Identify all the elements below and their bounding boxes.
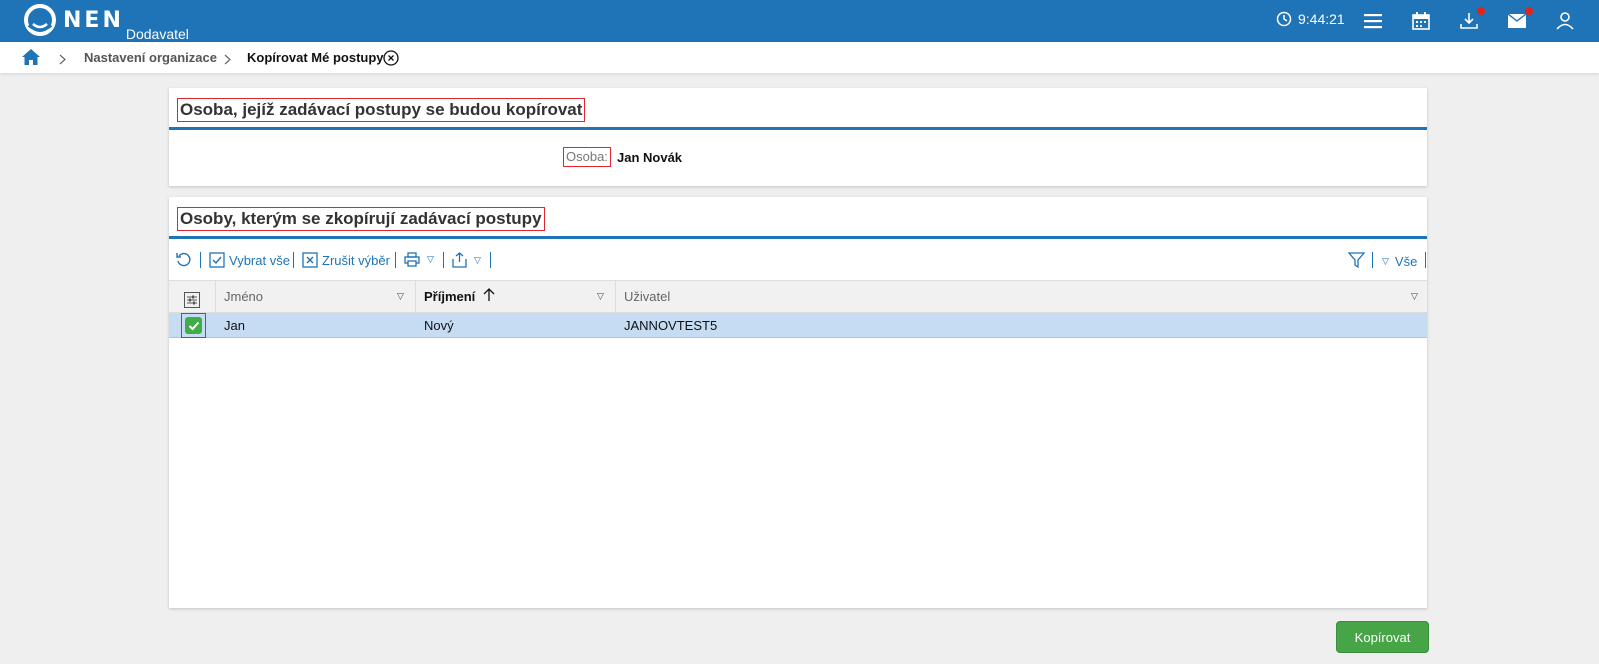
filter-preset-label: Vše [1394,254,1418,269]
column-chooser-cell [169,281,216,312]
clock-icon [1276,11,1292,27]
clock-time: 9:44:21 [1298,11,1345,27]
filter-preset-select[interactable]: ▽ Vše [1382,254,1417,269]
source-person-panel: Osoba, jejíž zadávací postupy se budou k… [169,88,1427,186]
clear-selection-label: Zrušit výběr [322,252,390,268]
sort-ascending-icon [483,282,495,313]
close-circle-icon[interactable] [383,50,399,71]
target-panel-title: Osoby, kterým se zkopírují zadávací post… [177,207,545,231]
calendar-icon[interactable] [1410,10,1432,32]
column-jmeno-label: Jméno [224,289,264,304]
osoba-label: Osoba: [563,147,611,167]
breadcrumb-item-current: Kopírovat Mé postupy [247,50,384,65]
column-filter-icon[interactable]: ▽ [597,281,604,312]
user-icon[interactable] [1554,10,1576,32]
table-row[interactable]: Jan Nový JANNOVTEST5 [169,313,1427,338]
print-icon [404,252,420,267]
breadcrumb-item-nastaveni[interactable]: Nastavení organizace [84,50,217,65]
checkbox-checked-icon [209,252,225,268]
clear-selection-button[interactable]: Zrušit výběr [302,252,390,268]
nen-logo[interactable]: NEN Dodavatel [24,4,189,42]
checkbox-x-icon [302,252,318,268]
filter-icon [1348,252,1365,268]
mail-notification-dot [1525,7,1533,15]
export-menu-button[interactable]: ▽ [452,252,481,268]
chevron-right-icon [59,52,66,70]
filter-button[interactable] [1348,252,1369,268]
checkmark-icon [185,317,202,334]
top-bar: NEN Dodavatel 9:44:21 [0,0,1599,42]
column-prijmeni-label: Příjmení [424,289,476,304]
column-uzivatel-label: Uživatel [624,289,671,304]
download-icon[interactable] [1458,7,1485,32]
triangle-down-icon: ▽ [1382,256,1389,266]
target-panel-header: Osoby, kterým se zkopírují zadávací post… [169,197,1427,239]
logo-subtitle: Dodavatel [125,26,189,42]
logo-text: NEN [63,8,124,33]
mail-icon[interactable] [1506,7,1533,32]
cell-uzivatel: JANNOVTEST5 [624,318,718,333]
menu-icon[interactable] [1362,10,1384,32]
triangle-down-icon: ▽ [474,254,481,265]
cell-jmeno: Jan [224,318,245,333]
column-header-prijmeni[interactable]: Příjmení ▽ [416,281,616,312]
source-panel-header: Osoba, jejíž zadávací postupy se budou k… [169,88,1427,130]
select-all-button[interactable]: Vybrat vše [209,252,290,268]
row-checkbox[interactable] [181,313,206,338]
session-clock: 9:44:21 [1276,11,1345,27]
column-filter-icon[interactable]: ▽ [1411,281,1418,312]
download-notification-dot [1477,7,1485,15]
home-icon[interactable] [22,49,40,70]
grid-header: Jméno ▽ Příjmení ▽ Uživatel ▽ [169,280,1427,313]
osoba-value: Jan Novák [617,150,683,165]
refresh-button[interactable] [176,252,195,267]
target-persons-panel: Osoby, kterým se zkopírují zadávací post… [169,197,1427,608]
column-filter-icon[interactable]: ▽ [397,281,404,312]
refresh-icon [176,252,191,267]
persons-grid: Jméno ▽ Příjmení ▽ Uživatel ▽ Jan Nový J… [169,280,1427,338]
logo-ring-icon [24,4,56,36]
copy-button[interactable]: Kopírovat [1336,621,1429,653]
column-header-uzivatel[interactable]: Uživatel ▽ [616,281,1427,312]
chevron-right-icon [224,52,231,70]
grid-toolbar: Vybrat vše Zrušit výběr ▽ ▽ ▽ Vše [169,242,1427,277]
source-panel-title: Osoba, jejíž zadávací postupy se budou k… [177,98,586,122]
column-header-jmeno[interactable]: Jméno ▽ [216,281,416,312]
triangle-down-icon: ▽ [427,254,434,264]
print-menu-button[interactable]: ▽ [404,252,434,267]
export-icon [452,252,467,268]
select-all-label: Vybrat vše [229,252,290,268]
cell-prijmeni: Nový [424,318,454,333]
breadcrumb: Nastavení organizace Kopírovat Mé postup… [0,42,1599,73]
